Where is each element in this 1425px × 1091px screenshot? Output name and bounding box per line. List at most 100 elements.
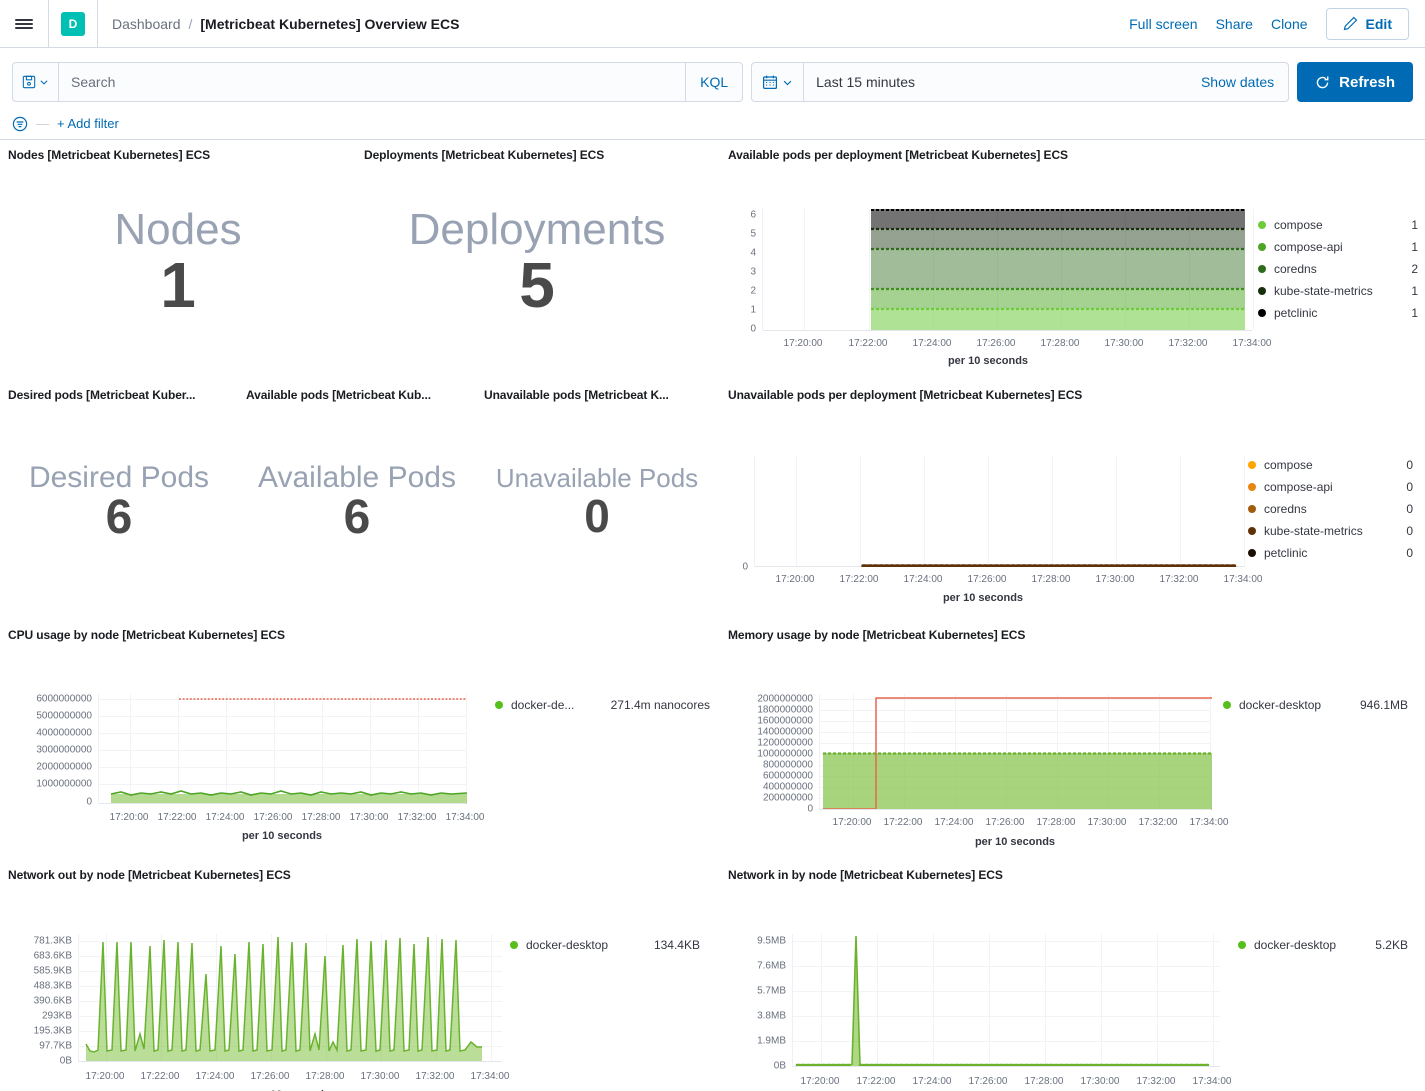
panel-deployments[interactable]: Deployments [Metricbeat Kubernetes] ECS … — [356, 140, 718, 380]
x-tick: 17:22:00 — [141, 1071, 180, 1082]
y-tick: 5000000000 — [36, 711, 92, 722]
chart-unavailable-pods[interactable]: 0 17:20:00 17:22:00 — [718, 402, 1425, 608]
legend-item[interactable]: coredns 2 — [1258, 258, 1418, 280]
x-tick: 17:28:00 — [1041, 338, 1080, 349]
panel-memory-usage-by-node[interactable]: Memory usage by node [Metricbeat Kuberne… — [718, 620, 1425, 860]
x-tick: 17:22:00 — [849, 338, 888, 349]
chart-network-in[interactable]: 9.5MB 7.6MB 5.7MB 3.8MB 1.9MB 0B — [718, 882, 1425, 1085]
filter-options-icon[interactable] — [12, 116, 28, 132]
panel-unavailable-pods[interactable]: Unavailable pods [Metricbeat K... Unavai… — [476, 380, 718, 620]
x-tick: 17:26:00 — [251, 1071, 290, 1082]
breadcrumb-dashboard[interactable]: Dashboard — [112, 16, 181, 32]
x-tick: 17:22:00 — [884, 817, 923, 828]
y-tick: 0B — [774, 1061, 786, 1072]
y-tick: 683.6KB — [34, 951, 72, 962]
edit-button[interactable]: Edit — [1326, 8, 1409, 40]
y-tick: 1000000000 — [36, 779, 92, 790]
legend-item[interactable]: kube-state-metrics 0 — [1248, 520, 1413, 542]
panel-title: Network out by node [Metricbeat Kubernet… — [0, 860, 718, 882]
hamburger-menu-icon[interactable] — [0, 0, 48, 48]
panel-cpu-usage-by-node[interactable]: CPU usage by node [Metricbeat Kubernetes… — [0, 620, 718, 860]
legend-item[interactable]: petclinic 0 — [1248, 542, 1413, 564]
legend-item[interactable]: compose-api 1 — [1258, 236, 1418, 258]
y-tick: 195.3KB — [34, 1026, 72, 1037]
y-tick: 293KB — [42, 1011, 72, 1022]
y-tick: 3.8MB — [757, 1011, 786, 1022]
x-tick: 17:20:00 — [86, 1071, 125, 1082]
legend-item[interactable]: kube-state-metrics 1 — [1258, 280, 1418, 302]
plot-area: 781.3KB 683.6KB 585.9KB 488.3KB 390.6KB … — [0, 882, 510, 1085]
y-tick: 0 — [742, 562, 748, 573]
refresh-button-label: Refresh — [1339, 74, 1395, 91]
panel-title: Memory usage by node [Metricbeat Kuberne… — [718, 620, 1425, 642]
x-tick: 17:28:00 — [306, 1071, 345, 1082]
legend-item[interactable]: docker-desktop 134.4KB — [510, 934, 700, 956]
x-tick: 17:30:00 — [1088, 817, 1127, 828]
x-tick: 17:32:00 — [1137, 1076, 1176, 1087]
y-tick: 0 — [750, 324, 756, 335]
x-tick: 17:24:00 — [904, 574, 943, 585]
legend-label: docker-de... — [511, 698, 574, 712]
x-tick: 17:34:00 — [1193, 1076, 1232, 1087]
legend-item[interactable]: compose 1 — [1258, 214, 1418, 236]
legend-value: 0 — [1396, 480, 1413, 494]
legend-item[interactable]: compose 0 — [1248, 454, 1413, 476]
legend-item[interactable]: compose-api 0 — [1248, 476, 1413, 498]
pencil-icon — [1343, 16, 1358, 31]
legend-item[interactable]: docker-desktop 946.1MB — [1223, 694, 1408, 716]
panel-available-pods[interactable]: Available pods [Metricbeat Kub... Availa… — [238, 380, 476, 620]
edit-button-label: Edit — [1366, 16, 1392, 32]
chevron-down-icon — [782, 77, 793, 88]
y-tick: 1600000000 — [757, 716, 813, 727]
kql-toggle-button[interactable]: KQL — [685, 63, 742, 101]
x-tick: 17:20:00 — [110, 812, 149, 823]
show-dates-button[interactable]: Show dates — [1187, 63, 1288, 101]
legend-item[interactable]: coredns 0 — [1248, 498, 1413, 520]
x-axis-line — [79, 1061, 502, 1062]
clone-button[interactable]: Clone — [1271, 16, 1308, 32]
legend-item[interactable]: petclinic 1 — [1258, 302, 1418, 324]
legend-color-dot — [1258, 287, 1266, 295]
calendar-icon — [762, 74, 778, 90]
chart-network-out[interactable]: 781.3KB 683.6KB 585.9KB 488.3KB 390.6KB … — [0, 882, 718, 1085]
y-tick: 1 — [750, 305, 756, 316]
metric-value: 0 — [584, 493, 610, 539]
y-tick: 3 — [750, 267, 756, 278]
calendar-quick-select-button[interactable] — [752, 63, 804, 101]
refresh-button[interactable]: Refresh — [1297, 62, 1413, 102]
x-axis-line — [820, 809, 1211, 810]
app-badge[interactable]: D — [61, 12, 85, 36]
panel-available-pods-per-deployment[interactable]: Available pods per deployment [Metricbea… — [718, 140, 1425, 380]
legend-color-dot — [1238, 941, 1246, 949]
legend-label: kube-state-metrics — [1274, 284, 1373, 298]
panel-nodes[interactable]: Nodes [Metricbeat Kubernetes] ECS Nodes … — [0, 140, 356, 380]
panel-network-out-by-node[interactable]: Network out by node [Metricbeat Kubernet… — [0, 860, 718, 1091]
plot-canvas — [78, 934, 502, 1062]
panel-network-in-by-node[interactable]: Network in by node [Metricbeat Kubernete… — [718, 860, 1425, 1091]
x-axis-line — [99, 803, 466, 804]
y-axis: 6 5 4 3 2 1 0 — [718, 162, 756, 368]
search-input[interactable] — [59, 63, 685, 101]
plot-canvas — [754, 457, 1244, 567]
chart-available-pods[interactable]: 6 5 4 3 2 1 0 — [718, 162, 1425, 368]
chart-memory-usage[interactable]: 2000000000 1800000000 1600000000 1400000… — [718, 642, 1425, 848]
panel-desired-pods[interactable]: Desired pods [Metricbeat Kuber... Desire… — [0, 380, 238, 620]
plot-area: 6 5 4 3 2 1 0 — [718, 162, 1258, 368]
legend-item[interactable]: docker-de... 271.4m nanocores — [495, 694, 710, 716]
saved-query-button[interactable] — [13, 63, 59, 101]
date-range-display[interactable]: Last 15 minutes — [804, 63, 1187, 101]
legend-item[interactable]: docker-desktop 5.2KB — [1238, 934, 1408, 956]
y-tick: 5.7MB — [757, 986, 786, 997]
plot-area: 9.5MB 7.6MB 5.7MB 3.8MB 1.9MB 0B — [718, 882, 1238, 1085]
panel-unavailable-pods-per-deployment[interactable]: Unavailable pods per deployment [Metricb… — [718, 380, 1425, 620]
chart-cpu-usage[interactable]: 6000000000 5000000000 4000000000 3000000… — [0, 642, 718, 848]
metric-nodes: Nodes 1 — [0, 162, 356, 362]
plot-area: 0 17:20:00 17:22:00 — [718, 402, 1248, 608]
legend-color-dot — [1223, 701, 1231, 709]
full-screen-button[interactable]: Full screen — [1129, 16, 1197, 32]
legend-label: petclinic — [1274, 306, 1317, 320]
share-button[interactable]: Share — [1216, 16, 1253, 32]
metric-label: Deployments — [409, 207, 666, 253]
add-filter-button[interactable]: + Add filter — [57, 116, 119, 131]
metric-available-pods: Available Pods 6 — [238, 402, 476, 602]
